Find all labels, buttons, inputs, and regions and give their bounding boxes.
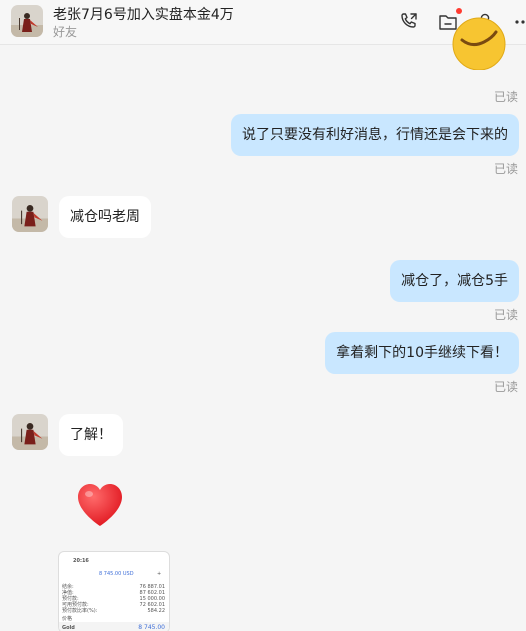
message-bubble-sent[interactable]: 拿着剩下的10手继续下看！	[325, 332, 519, 374]
read-status: 已读	[493, 380, 518, 394]
image-row-value: 584.22	[147, 608, 166, 614]
phone-icon[interactable]	[398, 11, 420, 33]
chat-title: 老张7月6号加入实盘本金4万	[53, 7, 234, 23]
message-bubble-received[interactable]: 减仓吗老周	[59, 196, 151, 238]
image-item-label: Gold	[62, 625, 75, 631]
header-avatar[interactable]	[11, 5, 43, 37]
image-time: 20:16	[73, 558, 89, 564]
avatar-image	[11, 5, 43, 37]
image-balance: 8 745.00 USD	[99, 571, 134, 577]
message-bubble-sent[interactable]: 减仓了，减仓5手	[390, 260, 519, 302]
image-plus: +	[157, 571, 162, 577]
more-icon[interactable]	[513, 11, 526, 33]
message-bubble-received[interactable]: 了解！	[59, 414, 123, 456]
sticker-emoji[interactable]	[452, 10, 506, 70]
image-row-label: 预付款比率(%):	[62, 608, 98, 614]
image-item-value: 8 745.00	[138, 624, 165, 631]
friend-avatar[interactable]	[12, 196, 48, 232]
read-status: 已读	[493, 90, 518, 104]
message-bubble-sent[interactable]: 说了只要没有利好消息，行情还是会下来的	[231, 114, 519, 156]
image-message[interactable]: 20:16 8 745.00 USD + 结余: 76 887.01 净值: 8…	[58, 551, 170, 631]
red-heart-icon[interactable]	[75, 481, 125, 529]
chat-window: 老张7月6号加入实盘本金4万 好友 已读 说了只要没有利好消息，行情还是会下来的…	[0, 0, 526, 631]
chat-subtitle: 好友	[53, 25, 78, 39]
read-status: 已读	[493, 162, 518, 176]
friend-avatar[interactable]	[12, 414, 48, 450]
read-status: 已读	[493, 308, 518, 322]
chat-header: 老张7月6号加入实盘本金4万 好友	[0, 0, 526, 45]
